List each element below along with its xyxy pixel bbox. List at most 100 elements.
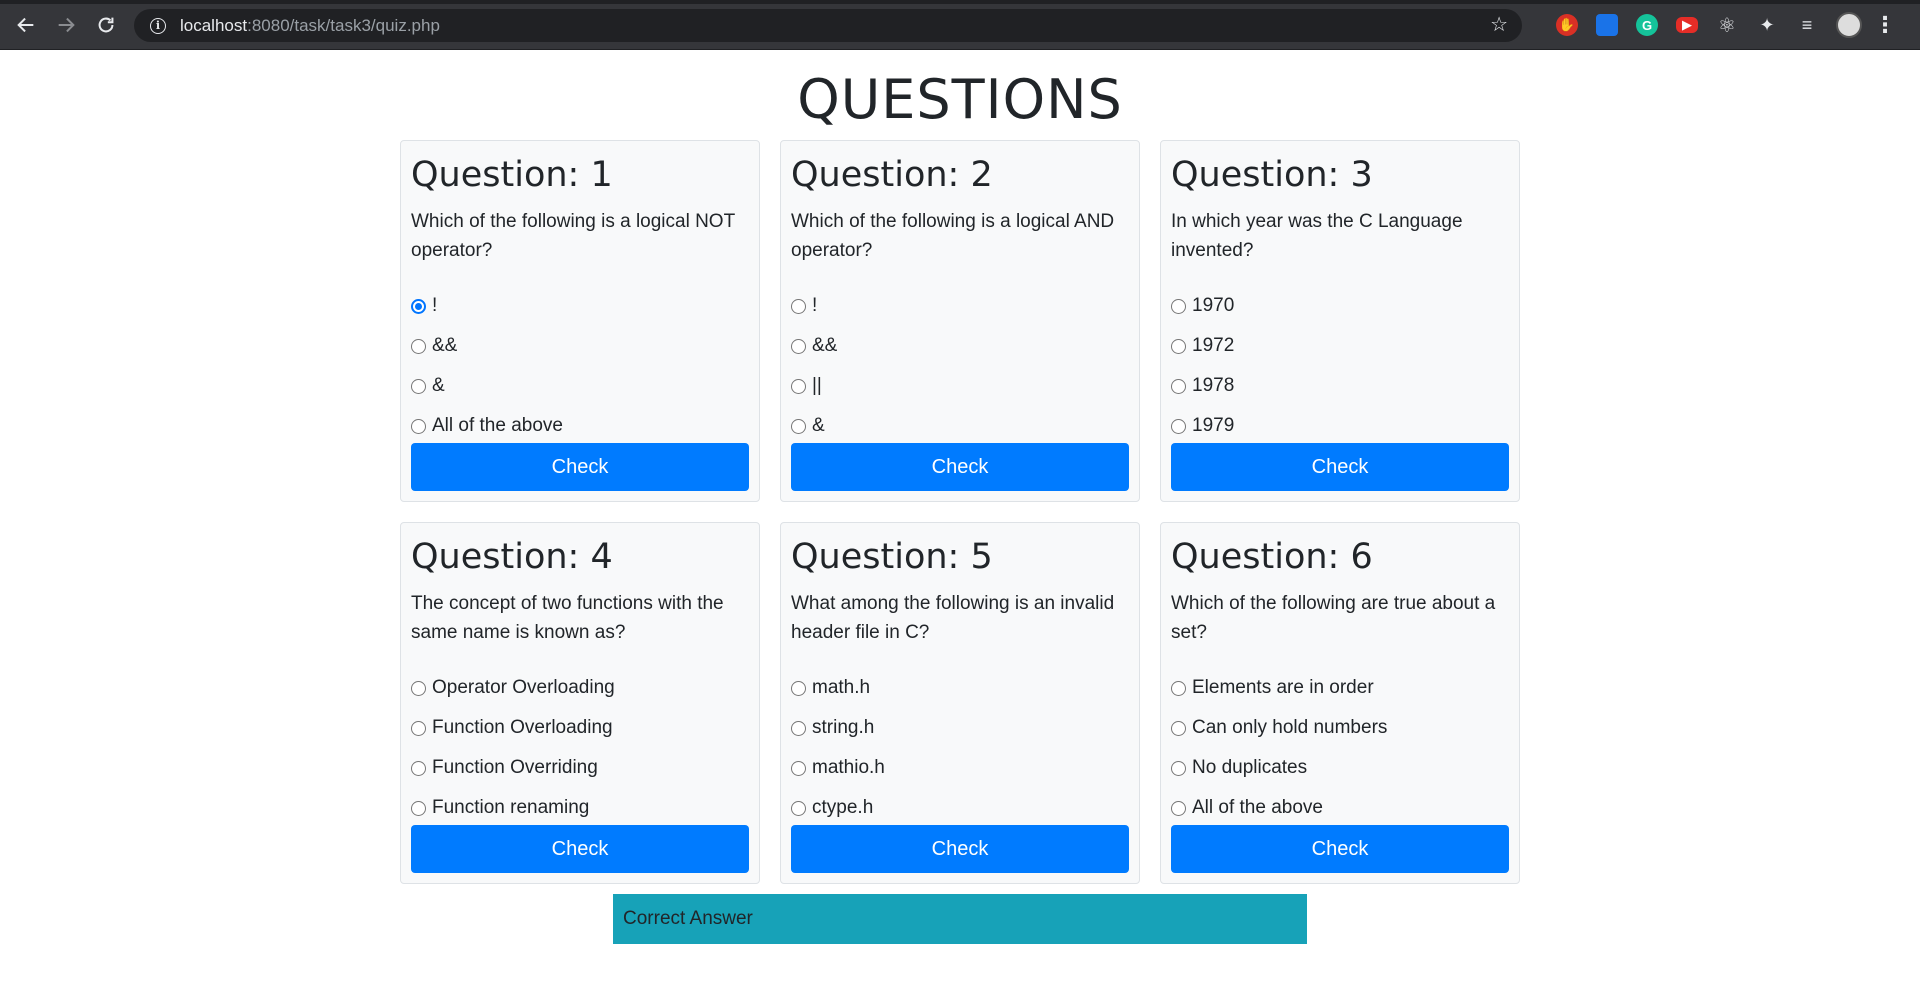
answer-option[interactable]: mathio.h — [791, 748, 1129, 788]
answer-option[interactable]: || — [791, 366, 1129, 406]
check-button[interactable]: Check — [791, 443, 1129, 491]
radio-button[interactable] — [1171, 680, 1186, 696]
check-button[interactable]: Check — [411, 825, 749, 873]
answer-option[interactable]: Can only hold numbers — [1171, 708, 1509, 748]
answer-option[interactable]: 1979 — [1171, 406, 1509, 446]
radio-button[interactable] — [1171, 378, 1186, 394]
radio-button[interactable] — [791, 760, 806, 776]
address-bar[interactable]: i localhost:8080/task/task3/quiz.php ☆ — [134, 9, 1522, 42]
radio-button[interactable] — [791, 720, 806, 736]
option-label: && — [432, 335, 458, 356]
radio-button[interactable] — [791, 338, 806, 354]
question-card: Question: 2 Which of the following is a l… — [780, 140, 1140, 502]
question-text: Which of the following is a logical AND … — [791, 211, 1115, 261]
answer-option[interactable]: Function Overloading — [411, 708, 749, 748]
answer-option[interactable]: Function renaming — [411, 788, 749, 828]
check-button[interactable]: Check — [791, 825, 1129, 873]
radio-button[interactable] — [411, 760, 426, 776]
answer-option[interactable]: ! — [411, 286, 749, 326]
menu-kebab-icon[interactable]: ⋮ — [1874, 12, 1896, 37]
url-text: localhost:8080/task/task3/quiz.php — [180, 16, 440, 36]
window-extension-icon[interactable] — [1596, 14, 1618, 36]
radio-button[interactable] — [411, 378, 426, 394]
extensions-puzzle-icon[interactable]: ✦ — [1756, 14, 1778, 36]
radio-button[interactable] — [411, 418, 426, 434]
answer-option[interactable]: No duplicates — [1171, 748, 1509, 788]
site-info-icon[interactable]: i — [150, 17, 166, 34]
answer-option[interactable]: ! — [791, 286, 1129, 326]
option-label: All of the above — [1192, 797, 1323, 818]
answer-option[interactable]: All of the above — [1171, 788, 1509, 828]
radio-button[interactable] — [1171, 800, 1186, 816]
option-label: Function Overriding — [432, 757, 598, 778]
option-label: string.h — [812, 717, 875, 738]
check-button[interactable]: Check — [1171, 443, 1509, 491]
question-card: Question: 3 In which year was the C Langu… — [1160, 140, 1520, 502]
answer-option[interactable]: All of the above — [411, 406, 749, 446]
reload-icon[interactable] — [86, 5, 126, 45]
question-card: Question: 4 The concept of two functions … — [400, 522, 760, 884]
radio-button[interactable] — [1171, 338, 1186, 354]
check-button[interactable]: Check — [1171, 825, 1509, 873]
answer-option[interactable]: 1970 — [1171, 286, 1509, 326]
option-label: 1972 — [1192, 335, 1235, 356]
question-text: Which of the following are true about a … — [1171, 593, 1496, 643]
answer-option[interactable]: math.h — [791, 668, 1129, 708]
radio-button[interactable] — [1171, 418, 1186, 434]
youtube-extension-icon[interactable]: ▶ — [1676, 17, 1698, 33]
answer-option[interactable]: 1978 — [1171, 366, 1509, 406]
react-devtools-icon[interactable]: ⚛ — [1716, 14, 1738, 37]
answer-option[interactable]: Function Overriding — [411, 748, 749, 788]
radio-button[interactable] — [791, 298, 806, 314]
option-label: math.h — [812, 677, 871, 698]
grammarly-extension-icon[interactable]: G — [1636, 14, 1658, 36]
radio-button[interactable] — [1171, 720, 1186, 736]
question-heading: Question: 1 — [411, 155, 613, 195]
radio-button[interactable] — [411, 680, 426, 696]
radio-button[interactable] — [411, 800, 426, 816]
option-label: ! — [812, 295, 818, 316]
radio-button[interactable] — [411, 720, 426, 736]
radio-button[interactable] — [411, 338, 426, 354]
browser-toolbar: i localhost:8080/task/task3/quiz.php ☆ ✋… — [0, 0, 1920, 50]
answer-option[interactable]: & — [411, 366, 749, 406]
answer-option[interactable]: ctype.h — [791, 788, 1129, 828]
answer-option[interactable]: 1972 — [1171, 326, 1509, 366]
option-list: Elements are in order Can only hold numbe… — [1171, 668, 1509, 828]
answer-option[interactable]: Elements are in order — [1171, 668, 1509, 708]
option-label: Operator Overloading — [432, 677, 615, 698]
answer-option[interactable]: && — [411, 326, 749, 366]
option-list: math.h string.h mathio.h ctype.h — [791, 668, 1129, 828]
forward-icon[interactable] — [46, 5, 86, 45]
answer-option[interactable]: string.h — [791, 708, 1129, 748]
adblock-extension-icon[interactable]: ✋ — [1556, 14, 1578, 36]
radio-button[interactable] — [791, 378, 806, 394]
back-icon[interactable] — [6, 5, 46, 45]
question-card: Question: 1 Which of the following is a l… — [400, 140, 760, 502]
answer-option[interactable]: Operator Overloading — [411, 668, 749, 708]
option-label: & — [432, 375, 445, 396]
question-heading: Question: 2 — [791, 155, 993, 195]
radio-button[interactable] — [1171, 760, 1186, 776]
profile-avatar[interactable] — [1836, 12, 1862, 38]
bookmark-star-icon[interactable]: ☆ — [1490, 15, 1508, 35]
answer-option[interactable]: & — [791, 406, 1129, 446]
question-text: Which of the following is a logical NOT … — [411, 211, 735, 261]
question-heading: Question: 5 — [791, 537, 993, 577]
option-list: 1970 1972 1978 1979 — [1171, 286, 1509, 446]
option-label: All of the above — [432, 415, 563, 436]
media-control-icon[interactable]: ≡ — [1796, 14, 1818, 36]
option-label: || — [812, 375, 822, 396]
radio-button[interactable] — [791, 680, 806, 696]
check-button[interactable]: Check — [411, 443, 749, 491]
option-label: & — [812, 415, 825, 436]
option-label: 1979 — [1192, 415, 1235, 436]
radio-button[interactable] — [1171, 298, 1186, 314]
option-label: Function renaming — [432, 797, 590, 818]
answer-option[interactable]: && — [791, 326, 1129, 366]
radio-button[interactable] — [411, 298, 426, 314]
option-label: Can only hold numbers — [1192, 717, 1388, 738]
radio-button[interactable] — [791, 418, 806, 434]
radio-button[interactable] — [791, 800, 806, 816]
option-label: ! — [432, 295, 438, 316]
